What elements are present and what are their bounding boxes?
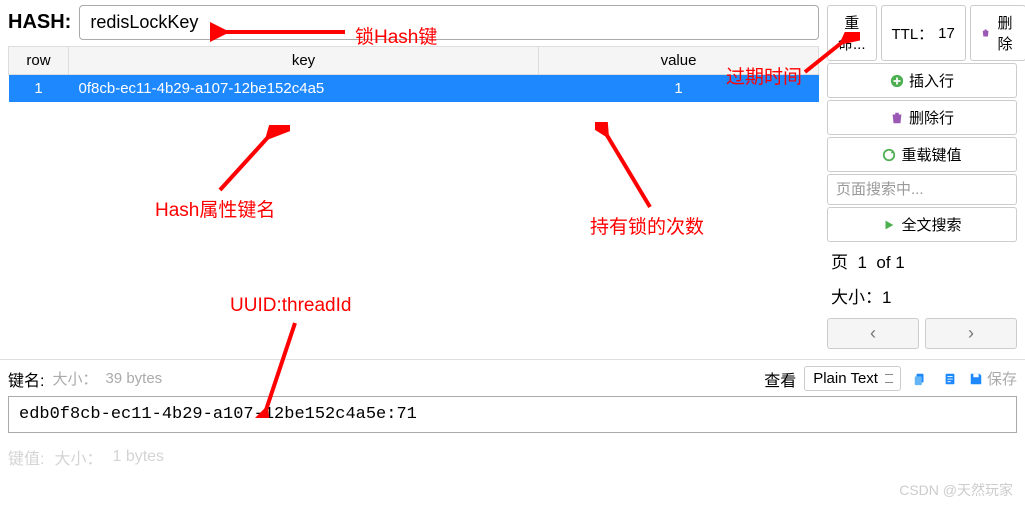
type-label: HASH:	[8, 11, 71, 34]
reload-button[interactable]: 重载键值	[827, 137, 1017, 172]
copy-button[interactable]	[909, 368, 931, 390]
watermark: CSDN @天然玩家	[899, 480, 1013, 500]
page-indicator: 页 1 of 1	[827, 244, 1017, 277]
next-page-button[interactable]: ›	[925, 318, 1017, 349]
page-icon	[943, 372, 957, 386]
delete-row-button[interactable]: 删除行	[827, 100, 1017, 135]
rename-button[interactable]: 重命...	[827, 5, 877, 61]
row-value: 1	[539, 75, 819, 103]
ttl-button[interactable]: TTL：17	[881, 5, 966, 61]
hash-key-input[interactable]	[79, 5, 819, 40]
detail-size-value: 39 bytes	[105, 370, 162, 387]
view-label: 查看	[764, 367, 796, 391]
col-value[interactable]: value	[539, 47, 819, 75]
insert-row-button[interactable]: 插入行	[827, 63, 1017, 98]
page-search-input[interactable]	[827, 174, 1017, 205]
prev-page-button[interactable]: ‹	[827, 318, 919, 349]
trash-icon	[981, 26, 990, 40]
play-icon	[882, 218, 896, 232]
table-row[interactable]: 1 0f8cb-ec11-4b29-a107-12be152c4a5 1	[9, 75, 819, 103]
reload-icon	[882, 148, 896, 162]
save-button[interactable]: 保存	[969, 368, 1017, 389]
doc-button[interactable]	[939, 368, 961, 390]
trash-icon	[890, 111, 904, 125]
copy-icon	[913, 372, 927, 386]
bottom-size-value: 1 bytes	[112, 448, 164, 466]
col-key[interactable]: key	[69, 47, 539, 75]
delete-button[interactable]: 删除	[970, 5, 1025, 61]
hash-table: row key value 1 0f8cb-ec11-4b29-a107-12b…	[8, 46, 819, 102]
fulltext-search-button[interactable]: 全文搜索	[827, 207, 1017, 242]
detail-value-input[interactable]	[8, 396, 1017, 433]
plus-icon	[890, 74, 904, 88]
detail-size-label: 大小：	[52, 368, 97, 389]
bottom-size-label: 大小：	[54, 445, 102, 469]
bottom-value-label: 键值:	[8, 445, 44, 469]
format-select[interactable]: Plain Text	[804, 366, 901, 391]
save-icon	[969, 372, 983, 386]
size-indicator: 大小：1	[827, 279, 1017, 312]
col-row[interactable]: row	[9, 47, 69, 75]
row-key: 0f8cb-ec11-4b29-a107-12be152c4a5	[69, 75, 539, 103]
detail-key-label: 键名:	[8, 367, 44, 391]
row-number: 1	[9, 75, 69, 103]
